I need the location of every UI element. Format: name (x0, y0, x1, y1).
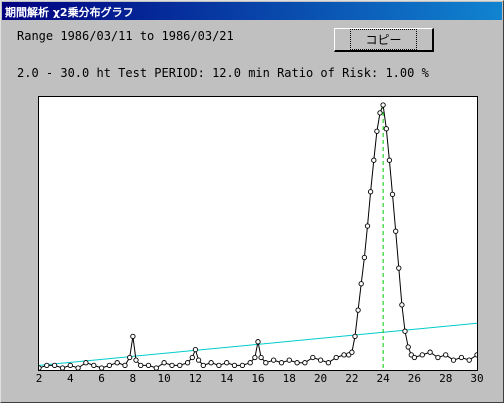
data-point (192, 346, 199, 353)
data-point (364, 223, 371, 229)
data-point (51, 362, 58, 369)
window-title: 期間解析 χ2乗分布グラフ (5, 6, 134, 19)
data-point (450, 357, 457, 363)
data-point (302, 360, 308, 366)
data-point (75, 365, 81, 370)
data-point (239, 362, 246, 369)
data-point (355, 307, 361, 313)
x-tick-label: 18 (282, 372, 296, 385)
x-tick-label: 30 (470, 372, 484, 385)
data-point (255, 339, 261, 345)
data-point (474, 352, 477, 358)
data-point (127, 354, 133, 361)
data-point (383, 126, 389, 132)
data-point (208, 360, 214, 366)
data-point (161, 360, 167, 366)
x-tick-label: 2 (35, 372, 43, 385)
data-point (317, 357, 324, 363)
data-point (169, 362, 175, 369)
data-point (361, 254, 368, 261)
data-point (443, 352, 449, 358)
data-point (224, 360, 230, 366)
data-point (184, 360, 191, 366)
data-point (216, 362, 222, 369)
x-tick-label: 14 (220, 372, 234, 385)
x-tick-label: 6 (98, 372, 105, 385)
data-point (98, 365, 105, 370)
x-tick-label: 4 (66, 372, 74, 385)
data-point (349, 349, 355, 355)
x-tick-label: 8 (129, 372, 137, 385)
data-point (371, 157, 377, 163)
data-point (130, 333, 136, 340)
data-point (59, 365, 66, 370)
data-point (325, 360, 332, 366)
data-point (252, 354, 258, 361)
series-line (39, 103, 477, 369)
data-point (374, 128, 380, 134)
data-point (278, 360, 285, 366)
data-point (393, 228, 399, 234)
data-point (435, 354, 441, 361)
data-point (39, 365, 42, 370)
data-point (145, 362, 152, 369)
data-point (138, 362, 144, 369)
data-point (106, 362, 113, 369)
x-tick-label: 28 (439, 372, 453, 385)
copy-button[interactable]: コピー (334, 28, 434, 52)
parameters-label: 2.0 - 30.0 ht Test PERIOD: 12.0 min Rati… (17, 66, 429, 80)
data-point (91, 362, 97, 369)
x-tick-label: 16 (251, 372, 265, 385)
x-tick-label: 24 (376, 372, 390, 385)
data-point (114, 360, 120, 366)
data-point (389, 191, 396, 198)
data-point (263, 360, 269, 366)
range-label: Range 1986/03/11 to 1986/03/21 (17, 29, 234, 43)
data-point (270, 357, 277, 363)
data-point (399, 302, 405, 308)
data-point (411, 354, 418, 361)
data-point (122, 362, 128, 369)
data-point (402, 328, 408, 334)
data-point (380, 102, 386, 108)
data-point (195, 357, 202, 363)
data-point (258, 354, 264, 361)
data-point (286, 357, 292, 363)
x-tick-label: 20 (313, 372, 328, 385)
data-point (458, 354, 465, 361)
data-point (367, 189, 374, 195)
copy-button-label: コピー (350, 29, 417, 50)
data-point (377, 110, 383, 116)
data-point (83, 360, 89, 366)
x-tick-label: 10 (157, 372, 171, 385)
data-point (294, 360, 300, 366)
data-point (133, 357, 139, 363)
data-point (200, 362, 206, 369)
data-point (427, 349, 433, 355)
data-point (44, 362, 50, 369)
title-bar[interactable]: 期間解析 χ2乗分布グラフ (2, 2, 502, 20)
data-point (352, 333, 358, 340)
data-point (386, 157, 393, 163)
data-point (405, 344, 411, 350)
data-point (67, 362, 73, 369)
data-point (153, 365, 159, 370)
x-tick-label: 26 (407, 372, 422, 385)
data-point (419, 352, 425, 358)
data-point (358, 281, 364, 287)
data-point (310, 354, 316, 361)
data-point (189, 354, 195, 361)
chart-window: 期間解析 χ2乗分布グラフ Range 1986/03/11 to 1986/0… (0, 0, 504, 403)
x-tick-label: 12 (188, 372, 203, 385)
x-tick-label: 22 (345, 372, 359, 385)
data-point (466, 357, 472, 363)
data-point (396, 265, 402, 271)
data-point (177, 362, 183, 369)
data-point (247, 360, 253, 366)
data-point (231, 362, 238, 369)
chi-square-chart (39, 102, 477, 370)
data-point (333, 354, 339, 361)
plot-area (38, 96, 478, 371)
data-point (341, 352, 347, 358)
